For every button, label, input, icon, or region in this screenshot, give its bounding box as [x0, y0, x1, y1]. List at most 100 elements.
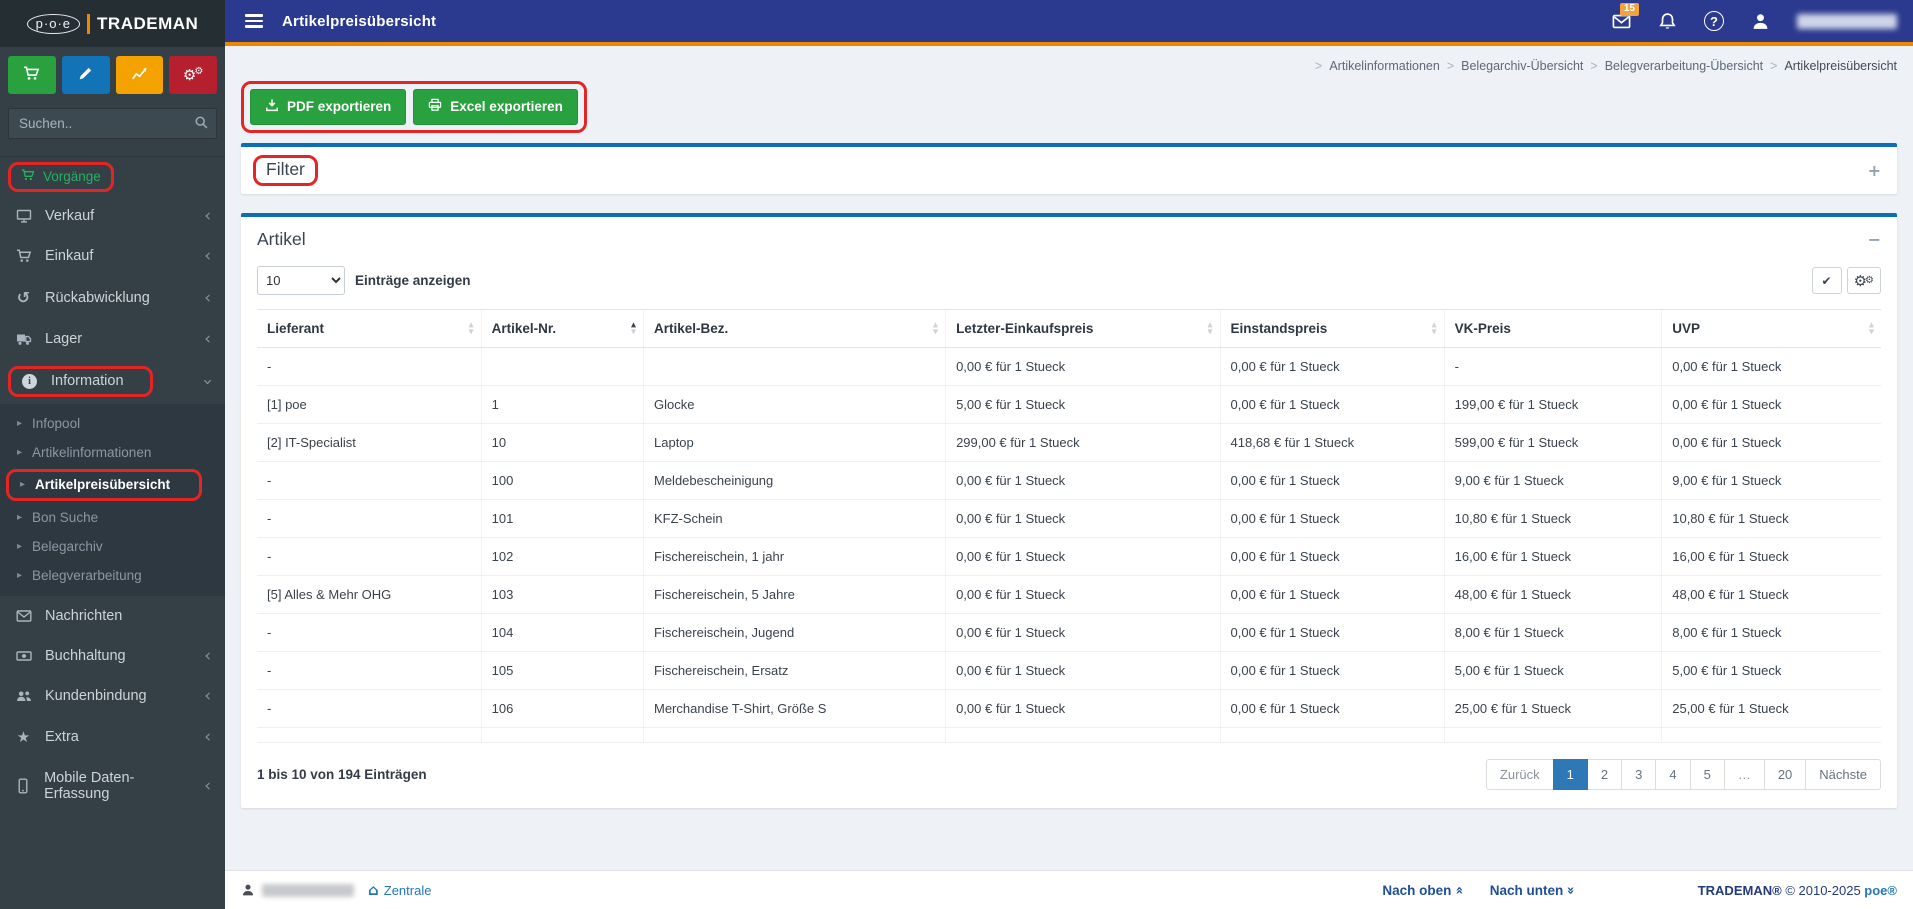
breadcrumb-item-belegverarbeitung-uebersicht[interactable]: Belegverarbeitung-Übersicht — [1605, 59, 1763, 73]
table-row[interactable]: -100 Meldebescheinigung 0,00 € für 1 Stuec… — [257, 461, 1881, 500]
column-header-letzter-einkaufspreis[interactable]: Letzter-Einkaufspreis ▴ ▾ — [945, 309, 1221, 348]
table-row[interactable]: -105 Fischereischein, Ersatz 0,00 € für 1 … — [257, 651, 1881, 690]
sidebar-item-mobile-daten-erfassung[interactable]: Mobile Daten-Erfassung ‹ — [0, 758, 225, 814]
sidebar-item-buchhaltung[interactable]: Buchhaltung ‹ — [0, 636, 225, 676]
pagination-page-1[interactable]: 1 — [1552, 759, 1588, 790]
column-header-vk-preis[interactable]: VK-Preis — [1443, 309, 1662, 348]
submenu-item-label: Artikelpreisübersicht — [35, 477, 171, 492]
sidebar-item-artikelinformationen[interactable]: ▸ Artikelinformationen — [0, 438, 225, 467]
chevron-left-icon: ‹ — [204, 246, 211, 266]
table-row[interactable]: -104 Fischereischein, Jugend 0,00 € für 1 … — [257, 613, 1881, 652]
pagination-page-4[interactable]: 4 — [1655, 759, 1691, 790]
notifications-bell-icon[interactable] — [1658, 12, 1677, 31]
table-cell: 104 — [480, 613, 644, 652]
sort-icons: ▴ ▾ — [631, 320, 636, 337]
chevron-down-double-icon: « — [1564, 885, 1580, 895]
table-cell: 0,00 € für 1 Stueck — [1219, 651, 1445, 690]
table-cell: 299,00 € für 1 Stueck — [945, 423, 1221, 462]
table-row-empty — [257, 727, 1881, 743]
sidebar-item-label: Einkauf — [45, 248, 94, 264]
sidebar-item-belegarchiv[interactable]: ▸ Belegarchiv — [0, 532, 225, 561]
table-row[interactable]: [2] IT-Specialist 10 Laptop 299,00 € für 1 … — [257, 423, 1881, 462]
copyright-brand: TRADEMAN® — [1697, 882, 1782, 898]
excel-export-label: Excel exportieren — [450, 99, 563, 114]
check-button[interactable]: ✔ — [1811, 267, 1842, 294]
copyright-owner[interactable]: poe® — [1864, 883, 1897, 898]
sidebar-item-infopool[interactable]: ▸ Infopool — [0, 409, 225, 438]
entries-label: Einträge anzeigen — [355, 273, 471, 288]
table-cell — [480, 347, 644, 386]
edit-quick-button[interactable] — [61, 56, 110, 94]
star-icon: ★ — [16, 728, 31, 746]
pagination-prev-button[interactable]: Zurück — [1485, 759, 1554, 790]
settings-quick-button[interactable]: ⚙⚙ — [169, 56, 217, 94]
chevron-left-icon: ‹ — [204, 206, 211, 226]
pagination-page-2[interactable]: 2 — [1586, 759, 1623, 790]
sidebar-item-information[interactable]: i Information ‹ — [0, 359, 225, 404]
pagination-next-button[interactable]: Nächste — [1805, 759, 1881, 790]
sidebar-item-nachrichten[interactable]: Nachrichten — [0, 596, 225, 636]
cart-quick-button[interactable] — [8, 56, 56, 94]
sidebar-item-rueckabwicklung[interactable]: ↺ Rückabwicklung ‹ — [0, 276, 225, 319]
pagination-page-3[interactable]: 3 — [1621, 759, 1657, 790]
menu-toggle-icon[interactable] — [243, 10, 265, 32]
column-header-einstandspreis[interactable]: Einstandspreis ▴ ▾ — [1219, 309, 1445, 348]
table-cell: 0,00 € für 1 Stueck — [1661, 423, 1881, 462]
user-icon[interactable] — [1751, 12, 1770, 31]
table-row[interactable]: -102 Fischereischein, 1 jahr 0,00 € für 1 … — [257, 537, 1881, 576]
stats-quick-button[interactable] — [115, 56, 164, 94]
table-row[interactable]: -106 Merchandise T-Shirt, Größe S 0,00 € f… — [257, 689, 1881, 728]
sidebar-item-verkauf[interactable]: Verkauf ‹ — [0, 196, 225, 236]
column-header-artikel-bez[interactable]: Artikel-Bez. ▴ ▾ — [642, 309, 946, 348]
annotation-box-information: i Information — [8, 366, 153, 397]
excel-export-button[interactable]: Excel exportieren — [413, 89, 578, 125]
scroll-top-link[interactable]: Nach oben « — [1382, 883, 1467, 898]
sidebar-item-bon-suche[interactable]: ▸ Bon Suche — [0, 503, 225, 532]
app-logo[interactable]: p·o·e TRADEMAN — [0, 0, 225, 47]
column-header-artikel-nr[interactable]: Artikel-Nr. ▴ ▾ — [480, 309, 644, 348]
column-header-lieferant[interactable]: Lieferant ▴ ▾ — [257, 309, 482, 348]
table-cell: 599,00 € für 1 Stueck — [1443, 423, 1662, 462]
sidebar-item-belegverarbeitung[interactable]: ▸ Belegverarbeitung — [0, 561, 225, 590]
table-row[interactable]: -0,00 € für 1 Stueck 0,00 € für 1 Stueck -… — [257, 347, 1881, 386]
pagination-page-20[interactable]: 20 — [1763, 759, 1807, 790]
breadcrumb-item-artikelinformationen[interactable]: Artikelinformationen — [1329, 59, 1439, 73]
table-row[interactable]: [1] poe 1 Glocke 5,00 € für 1 Stueck 0,00 € … — [257, 385, 1881, 424]
sidebar-item-artikelpreisuebersicht[interactable]: ▸ Artikelpreisübersicht — [0, 467, 225, 503]
sidebar-item-kundenbindung[interactable]: Kundenbindung ‹ — [0, 676, 225, 716]
table-row[interactable]: -101 KFZ-Schein 0,00 € für 1 Stueck 0,00 € … — [257, 499, 1881, 538]
sidebar: p·o·e TRADEMAN ⚙⚙ Vorgänge Verkauf‹Einka… — [0, 0, 225, 909]
zentrale-link[interactable]: ⌂ Zentrale — [368, 881, 431, 899]
column-header-label: Artikel-Bez. — [654, 321, 729, 336]
column-settings-button[interactable]: ⚙ ⚙ — [1846, 267, 1881, 294]
table-row[interactable]: [5] Alles & Mehr OHG 103 Fischereischein, … — [257, 575, 1881, 614]
pagination-page-5[interactable]: 5 — [1689, 759, 1725, 790]
sidebar-item-lager[interactable]: Lager ‹ — [0, 319, 225, 359]
entries-info: 1 bis 10 von 194 Einträgen — [257, 767, 427, 782]
artikel-table: Lieferant ▴ ▾ Artikel-Nr. ▴ ▾ Artikel-Bez. ▴ ▾ Le… — [257, 309, 1881, 743]
check-icon: ✔ — [1821, 273, 1832, 288]
column-header-uvp[interactable]: UVP ▴ ▾ — [1661, 309, 1881, 348]
scroll-bottom-link[interactable]: Nach unten « — [1490, 883, 1580, 898]
pdf-export-button[interactable]: PDF exportieren — [250, 89, 407, 125]
caret-right-icon: ▸ — [17, 418, 23, 429]
sidebar-item-extra[interactable]: ★ Extra ‹ — [0, 716, 225, 758]
pagination: Zurück 1 2 3 4 5… 20 Nächste — [1485, 759, 1881, 790]
collapse-minus-icon[interactable]: − — [1868, 230, 1881, 249]
table-tools: ✔ ⚙ ⚙ — [1811, 267, 1881, 294]
search-input[interactable] — [8, 108, 217, 139]
expand-plus-icon[interactable]: + — [1868, 161, 1881, 180]
help-icon[interactable]: ? — [1704, 11, 1724, 31]
breadcrumb-item-artikelpreisuebersicht[interactable]: Artikelpreisübersicht — [1784, 59, 1897, 73]
page-size-select[interactable]: 10 — [257, 266, 345, 295]
sidebar-item-label: Mobile Daten-Erfassung — [44, 770, 135, 802]
user-name-blurred[interactable] — [1797, 13, 1897, 29]
table-cell: 0,00 € für 1 Stueck — [945, 537, 1221, 576]
table-cell: 0,00 € für 1 Stueck — [1219, 385, 1445, 424]
table-cell — [1443, 727, 1662, 743]
messages-icon[interactable]: 15 — [1612, 2, 1639, 31]
print-icon — [428, 98, 442, 115]
search-icon[interactable] — [194, 115, 209, 133]
sidebar-item-einkauf[interactable]: Einkauf ‹ — [0, 236, 225, 276]
breadcrumb-item-belegarchiv-uebersicht[interactable]: Belegarchiv-Übersicht — [1461, 59, 1583, 73]
